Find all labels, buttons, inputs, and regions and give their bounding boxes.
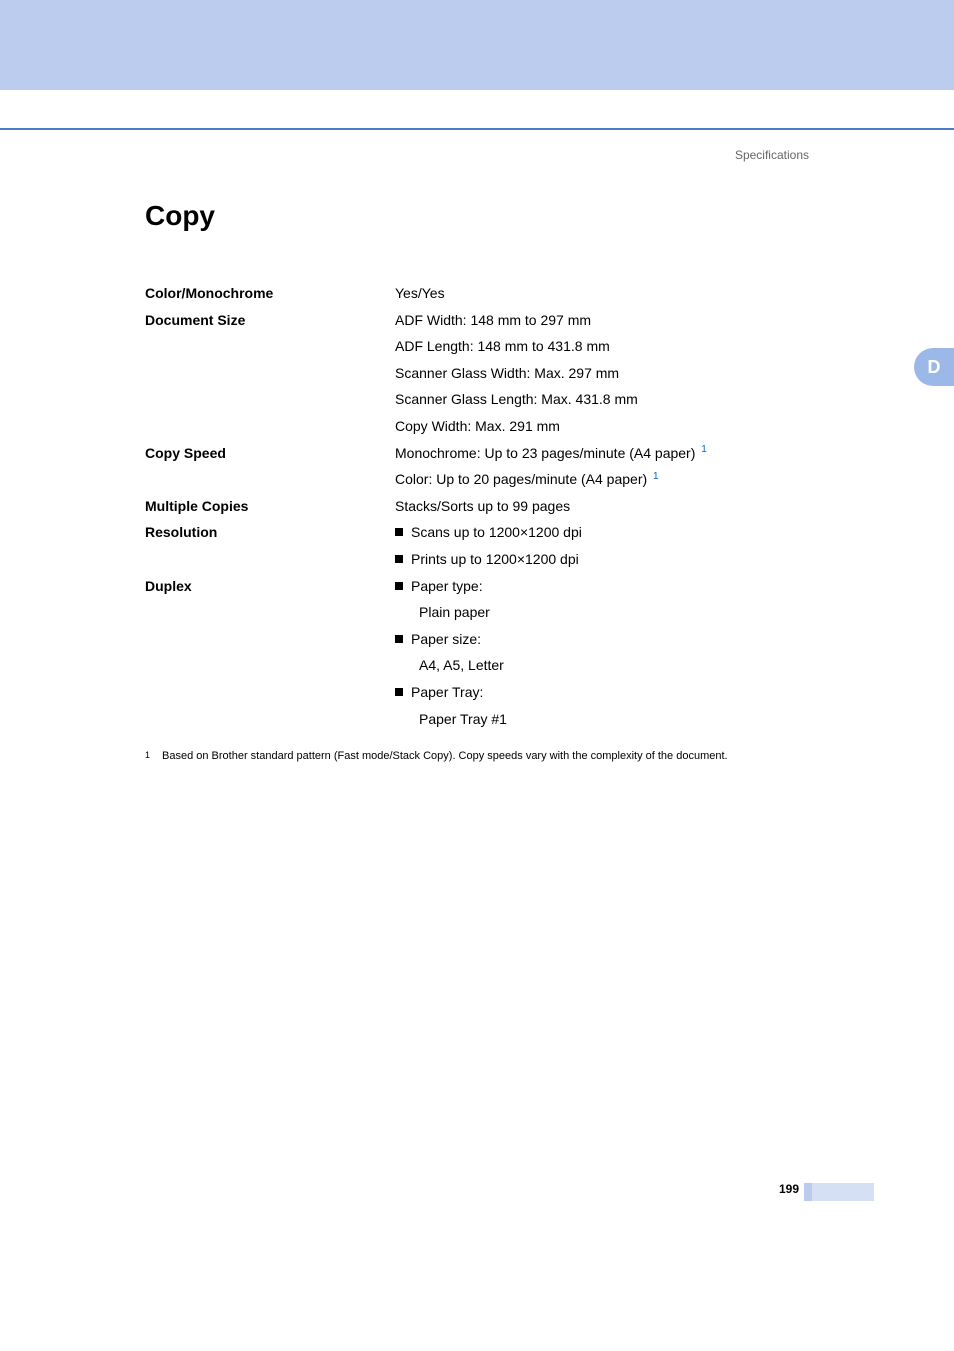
- top-rule: [0, 128, 954, 130]
- page-title: Copy: [145, 200, 825, 232]
- spec-line: Monochrome: Up to 23 pages/minute (A4 pa…: [395, 440, 825, 467]
- spec-bullet: Paper type:: [395, 573, 825, 600]
- footnote-text: Based on Brother standard pattern (Fast …: [162, 750, 728, 762]
- bullet-icon: [395, 582, 403, 590]
- spec-line: Copy Width: Max. 291 mm: [395, 413, 825, 440]
- bullet-icon: [395, 528, 403, 536]
- page-number: 199: [779, 1182, 799, 1196]
- spec-line: Stacks/Sorts up to 99 pages: [395, 493, 825, 520]
- bottom-accent: [812, 1183, 874, 1201]
- spec-text: Monochrome: Up to 23 pages/minute (A4 pa…: [395, 445, 695, 461]
- spec-value: Scans up to 1200×1200 dpi Prints up to 1…: [395, 519, 825, 572]
- spec-row-document-size: Document Size ADF Width: 148 mm to 297 m…: [145, 307, 825, 440]
- spec-value: ADF Width: 148 mm to 297 mm ADF Length: …: [395, 307, 825, 440]
- content-area: Copy Color/Monochrome Yes/Yes Document S…: [145, 200, 825, 762]
- spec-sub: A4, A5, Letter: [419, 652, 825, 679]
- spec-row-duplex: Duplex Paper type: Plain paper Paper siz…: [145, 573, 825, 733]
- bullet-text: Paper type:: [411, 573, 483, 600]
- footnote-ref-link[interactable]: 1: [653, 471, 659, 482]
- spec-sub: Plain paper: [419, 599, 825, 626]
- spec-value: Monochrome: Up to 23 pages/minute (A4 pa…: [395, 440, 825, 493]
- spec-bullet: Paper Tray:: [395, 679, 825, 706]
- spec-bullet: Scans up to 1200×1200 dpi: [395, 519, 825, 546]
- spec-row-color-monochrome: Color/Monochrome Yes/Yes: [145, 280, 825, 307]
- spec-label: Document Size: [145, 307, 395, 334]
- spec-table: Color/Monochrome Yes/Yes Document Size A…: [145, 280, 825, 732]
- spec-line: Scanner Glass Width: Max. 297 mm: [395, 360, 825, 387]
- spec-line: Yes/Yes: [395, 280, 825, 307]
- spec-line: Scanner Glass Length: Max. 431.8 mm: [395, 386, 825, 413]
- bottom-accent-bar: [804, 1183, 812, 1201]
- bullet-icon: [395, 555, 403, 563]
- bullet-icon: [395, 688, 403, 696]
- spec-label: Copy Speed: [145, 440, 395, 467]
- spec-bullet: Prints up to 1200×1200 dpi: [395, 546, 825, 573]
- top-banner: [0, 0, 954, 90]
- spec-line: ADF Length: 148 mm to 431.8 mm: [395, 333, 825, 360]
- spec-value: Paper type: Plain paper Paper size: A4, …: [395, 573, 825, 733]
- footnote-ref-link[interactable]: 1: [701, 444, 707, 455]
- header-section-label: Specifications: [735, 148, 809, 162]
- spec-value: Stacks/Sorts up to 99 pages: [395, 493, 825, 520]
- side-tab[interactable]: D: [914, 348, 954, 386]
- spec-row-resolution: Resolution Scans up to 1200×1200 dpi Pri…: [145, 519, 825, 572]
- bullet-text: Scans up to 1200×1200 dpi: [411, 519, 582, 546]
- footnote-number: 1: [145, 750, 150, 760]
- spec-label: Duplex: [145, 573, 395, 600]
- spec-value: Yes/Yes: [395, 280, 825, 307]
- footnote: 1 Based on Brother standard pattern (Fas…: [145, 750, 825, 762]
- bullet-text: Paper Tray:: [411, 679, 483, 706]
- spec-row-copy-speed: Copy Speed Monochrome: Up to 23 pages/mi…: [145, 440, 825, 493]
- bullet-text: Paper size:: [411, 626, 481, 653]
- spec-sub: Paper Tray #1: [419, 706, 825, 733]
- spec-line: ADF Width: 148 mm to 297 mm: [395, 307, 825, 334]
- spec-line: Color: Up to 20 pages/minute (A4 paper) …: [395, 466, 825, 493]
- bullet-icon: [395, 635, 403, 643]
- spec-text: Color: Up to 20 pages/minute (A4 paper): [395, 471, 647, 487]
- bullet-text: Prints up to 1200×1200 dpi: [411, 546, 579, 573]
- spec-label: Resolution: [145, 519, 395, 546]
- spec-label: Multiple Copies: [145, 493, 395, 520]
- spec-bullet: Paper size:: [395, 626, 825, 653]
- spec-label: Color/Monochrome: [145, 280, 395, 307]
- spec-row-multiple-copies: Multiple Copies Stacks/Sorts up to 99 pa…: [145, 493, 825, 520]
